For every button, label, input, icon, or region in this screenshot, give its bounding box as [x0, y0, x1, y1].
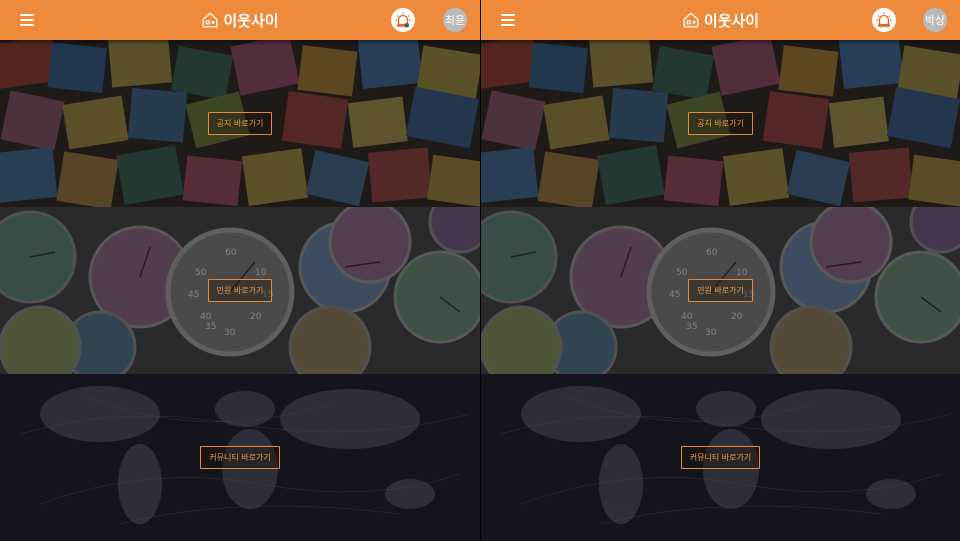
notice-section: 공지 바로가기 — [0, 40, 480, 207]
complaint-section: 60 50 10 45 15 40 20 35 30 민원 바로가기 — [481, 207, 960, 374]
complaint-shortcut-button[interactable]: 민원 바로가기 — [207, 279, 273, 302]
menu-icon[interactable] — [20, 14, 34, 26]
app-bar: 이웃사이 최윤 — [0, 0, 480, 40]
community-shortcut-button[interactable]: 커뮤니티 바로가기 — [200, 446, 280, 469]
community-section: 커뮤니티 바로가기 — [0, 374, 480, 541]
notice-shortcut-button[interactable]: 공지 바로가기 — [688, 112, 753, 135]
brand-title: 이웃사이 — [223, 11, 279, 30]
complaint-shortcut-button[interactable]: 민원 바로가기 — [688, 279, 753, 302]
menu-icon[interactable] — [501, 14, 515, 26]
siren-icon — [876, 12, 892, 27]
community-shortcut-button[interactable]: 커뮤니티 바로가기 — [680, 446, 761, 469]
siren-icon — [395, 12, 411, 28]
avatar[interactable]: 박상 — [923, 8, 947, 32]
app-bar: 이웃사이 박상 — [481, 0, 960, 40]
alert-button[interactable] — [872, 8, 896, 32]
app-panel-right: 이웃사이 박상 공지 바로가기 60 50 10 45 15 40 20 35 … — [480, 0, 960, 541]
community-section: 커뮤니티 바로가기 — [481, 374, 960, 541]
brand[interactable]: 이웃사이 — [201, 10, 279, 31]
avatar[interactable]: 최윤 — [443, 8, 467, 32]
brand-title: 이웃사이 — [703, 11, 760, 30]
notice-section: 공지 바로가기 — [481, 40, 960, 207]
alert-button[interactable] — [391, 8, 415, 32]
notice-shortcut-button[interactable]: 공지 바로가기 — [207, 112, 273, 135]
complaint-section: 60 50 10 45 15 40 20 35 30 민원 바로가기 — [0, 207, 480, 374]
house-logo-icon — [683, 12, 699, 28]
app-panel-left: 이웃사이 최윤 공지 바로가기 60 50 10 45 15 40 20 35 … — [0, 0, 480, 541]
brand[interactable]: 이웃사이 — [682, 10, 759, 31]
house-logo-icon — [202, 12, 218, 28]
